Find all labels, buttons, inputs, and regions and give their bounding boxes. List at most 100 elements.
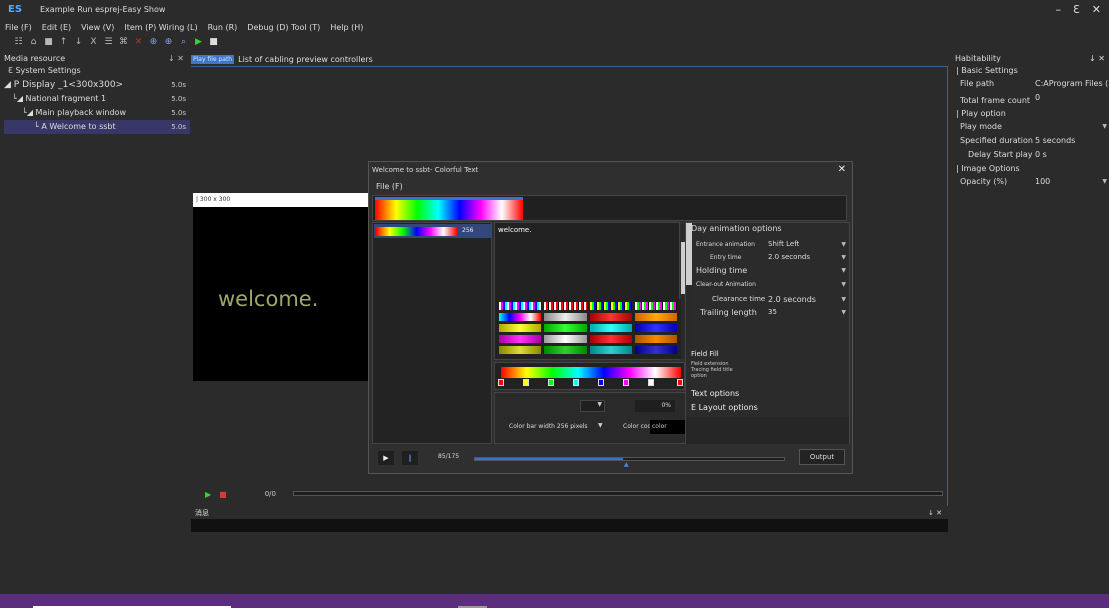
gradient-bar[interactable]	[501, 367, 681, 378]
dropdown-icon[interactable]: ▼	[841, 264, 846, 277]
opt-clearout-animation[interactable]: Clear-out Animation ▼	[696, 278, 846, 291]
save-icon[interactable]: ■	[44, 37, 53, 47]
layout-options-section[interactable]: E Layout options	[691, 403, 758, 412]
section-basic-settings[interactable]: | Basic Settings	[952, 64, 1109, 77]
dialog-close-button[interactable]: ✕	[838, 164, 846, 175]
swatch[interactable]	[544, 313, 587, 321]
swatch[interactable]	[544, 324, 587, 332]
gradient-stop-handle[interactable]	[648, 379, 654, 386]
swatch[interactable]	[634, 313, 677, 321]
prop-play-mode[interactable]: Play mode ▼	[952, 120, 1109, 134]
field-fill-section[interactable]: Field Fill	[691, 350, 719, 358]
prop-file-path[interactable]: File path C:AProgram Files (x86)	[952, 77, 1109, 91]
opt-clearance-time[interactable]: Clearance time 2.0 seconds ▼	[696, 293, 846, 306]
progress-marker-icon[interactable]: ▲	[624, 461, 629, 468]
dropdown-icon[interactable]: ▼	[841, 251, 846, 264]
cut-icon[interactable]: X	[89, 37, 98, 47]
opt-entry-time[interactable]: Entry time 2.0 seconds ▼	[696, 251, 846, 264]
paste-icon[interactable]: ⌘	[119, 37, 128, 47]
swatch[interactable]	[589, 313, 632, 321]
options-scrollbar[interactable]	[686, 223, 692, 361]
gradient-stop-handle[interactable]	[498, 379, 504, 386]
swatch[interactable]	[589, 346, 632, 354]
swatch[interactable]	[634, 335, 677, 343]
maximize-button[interactable]: Ɛ	[1073, 3, 1080, 16]
move-down-icon[interactable]: ↓	[74, 37, 83, 47]
stop-icon[interactable]: ■	[209, 37, 218, 47]
move-up-icon[interactable]: ↑	[59, 37, 68, 47]
prop-total-frame[interactable]: Total frame count 0	[952, 91, 1109, 107]
prop-opacity[interactable]: Opacity (%) 100 ▼	[952, 175, 1109, 189]
color-bar-width-dropdown[interactable]: ▼	[598, 422, 603, 429]
swatch[interactable]	[634, 302, 677, 310]
tree-item-national-fragment[interactable]: └◢ National fragment 1 5.0s	[4, 92, 190, 106]
dropdown-icon[interactable]: ▼	[841, 278, 846, 291]
tree-item-system-settings[interactable]: Ɛ System Settings	[4, 64, 190, 78]
gradient-stop-handle[interactable]	[523, 379, 529, 386]
menu-help[interactable]: Help (H)	[325, 20, 368, 36]
swatch[interactable]	[634, 346, 677, 354]
pin-close-icon[interactable]: ↓ ✕	[1089, 53, 1105, 64]
color-code-field[interactable]: color	[650, 420, 685, 434]
pin-close-icon[interactable]: ↓ ✕	[928, 508, 942, 519]
minimize-button[interactable]: –	[1056, 3, 1062, 16]
stop-select[interactable]: ▼	[580, 400, 605, 412]
opt-holding-time[interactable]: Holding time ▼	[696, 264, 846, 277]
swatch[interactable]	[544, 346, 587, 354]
opt-trailing-length[interactable]: Trailing length 35 ▼	[696, 306, 846, 319]
dialog-progress-slider[interactable]: ▲	[474, 457, 785, 468]
dropdown-icon[interactable]: ▼	[1102, 175, 1107, 189]
gradient-stop-handle[interactable]	[548, 379, 554, 386]
menu-run[interactable]: Run (R)	[203, 20, 243, 36]
copy-icon[interactable]: ☰	[104, 37, 113, 47]
prop-specified-duration[interactable]: Specified duration 5 seconds	[952, 134, 1109, 148]
dropdown-icon[interactable]: ▼	[1102, 120, 1107, 134]
text-options-section[interactable]: Text options	[691, 389, 739, 398]
close-button[interactable]: ✕	[1092, 3, 1101, 16]
tree-item-display[interactable]: ◢ P Display _1<300x300> 5.0s	[4, 78, 190, 92]
delete-icon[interactable]: ✕	[134, 37, 143, 47]
output-button[interactable]: Output	[799, 449, 845, 465]
swatch[interactable]	[499, 302, 542, 310]
pin-close-icon[interactable]: ↓ ✕	[168, 53, 184, 64]
dialog-pause-button[interactable]: ‖	[402, 451, 418, 465]
gradient-list-item[interactable]: 256	[374, 224, 492, 238]
swatch[interactable]	[499, 346, 542, 354]
prop-delay-start[interactable]: Delay Start play 0 s	[952, 148, 1109, 162]
section-play-option[interactable]: | Play option	[952, 107, 1109, 120]
dialog-menu-file[interactable]: File (F)	[376, 182, 403, 191]
zoom-out-icon[interactable]: ⊕	[164, 37, 173, 47]
dropdown-icon[interactable]: ▼	[841, 293, 846, 306]
stop-button[interactable]: ■	[219, 490, 227, 499]
dropdown-icon[interactable]: ▼	[841, 306, 846, 319]
tab-cabling-preview[interactable]: List of cabling preview controllers	[238, 54, 373, 65]
swatch[interactable]	[544, 302, 587, 310]
section-image-options[interactable]: | Image Options	[952, 162, 1109, 175]
percent-field[interactable]: 0%	[635, 400, 675, 412]
open-icon[interactable]: ⌂	[29, 37, 38, 47]
swatch[interactable]	[544, 335, 587, 343]
menu-edit[interactable]: Edit (E)	[37, 20, 76, 36]
swatch[interactable]	[499, 335, 542, 343]
swatch[interactable]	[589, 302, 632, 310]
gradient-stop-handle[interactable]	[598, 379, 604, 386]
play-button[interactable]: ▶	[193, 490, 211, 499]
option-label[interactable]: option	[691, 373, 733, 379]
swatch[interactable]	[634, 324, 677, 332]
gradient-stop-handle[interactable]	[573, 379, 579, 386]
menu-file[interactable]: File (F)	[0, 20, 37, 36]
dropdown-icon[interactable]: ▼	[841, 238, 846, 251]
swatch[interactable]	[499, 324, 542, 332]
tree-item-welcome[interactable]: └ A Welcome to ssbt 5.0s	[4, 120, 190, 134]
menu-item-wiring[interactable]: Item (P) Wiring (L)	[119, 20, 202, 36]
search-icon[interactable]: ⌕	[179, 37, 188, 47]
swatch[interactable]	[589, 335, 632, 343]
opt-entrance-animation[interactable]: Entrance animation Shift Left ▼	[696, 238, 846, 251]
swatch[interactable]	[499, 313, 542, 321]
tab-play-file-path[interactable]: Play file path	[191, 54, 235, 64]
new-icon[interactable]: ☷	[14, 37, 23, 47]
zoom-in-icon[interactable]: ⊕	[149, 37, 158, 47]
run-icon[interactable]: ▶	[194, 37, 203, 47]
menu-view[interactable]: View (V)	[76, 20, 119, 36]
swatch[interactable]	[589, 324, 632, 332]
